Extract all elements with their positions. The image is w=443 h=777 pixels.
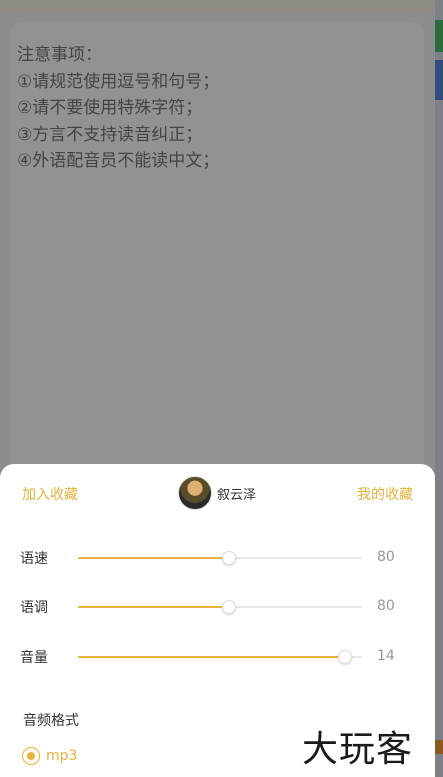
speed-label: 语速	[20, 551, 48, 567]
voice-name: 叙云泽	[217, 487, 257, 503]
pitch-value: 80	[377, 598, 395, 614]
pitch-slider-fill	[78, 606, 229, 608]
notice-text: 注意事项： ①请规范使用逗号和句号； ②请不要使用特殊字符； ③方言不支持读音纠…	[17, 42, 219, 175]
pitch-slider-thumb[interactable]	[221, 600, 236, 614]
notice-line: ①请规范使用逗号和句号；	[17, 71, 220, 92]
background-top-bar	[0, 0, 443, 12]
notice-line: ④外语配音员不能读中文；	[17, 151, 220, 171]
volume-label: 音量	[20, 650, 48, 666]
background-chip	[435, 740, 443, 754]
pitch-label: 语调	[20, 600, 48, 616]
notice-line: ②请不要使用特殊字符；	[17, 98, 203, 118]
pitch-slider-row: 语调 80	[0, 595, 435, 619]
format-option-mp3[interactable]: mp3	[22, 747, 77, 765]
add-favorite-button[interactable]: 加入收藏	[22, 484, 78, 504]
volume-value: 14	[377, 648, 395, 664]
pitch-slider-track[interactable]	[78, 600, 362, 614]
voice-selector[interactable]: 叙云泽	[178, 476, 256, 510]
speed-slider-fill	[78, 557, 229, 559]
speed-slider-track[interactable]	[78, 551, 362, 565]
volume-slider-row: 音量 14	[0, 645, 435, 669]
background-right-edge	[435, 0, 443, 777]
notice-title: 注意事项：	[17, 45, 102, 65]
background-chip	[435, 20, 443, 52]
voice-avatar	[178, 476, 212, 510]
watermark-logo: 大玩客	[302, 729, 414, 770]
volume-slider-fill	[78, 656, 345, 658]
speed-slider-row: 语速 80	[0, 546, 435, 570]
volume-slider-track[interactable]	[78, 650, 362, 664]
audio-format-title: 音频格式	[23, 713, 79, 729]
speed-slider-thumb[interactable]	[221, 551, 236, 565]
format-option-label: mp3	[46, 748, 78, 764]
speed-value: 80	[377, 549, 395, 565]
my-favorites-button[interactable]: 我的收藏	[357, 484, 413, 504]
radio-selected-icon[interactable]	[22, 747, 40, 765]
background-chip	[435, 60, 443, 100]
volume-slider-thumb[interactable]	[337, 650, 352, 664]
notice-line: ③方言不支持读音纠正；	[17, 124, 203, 145]
sheet-header: 加入收藏 叙云泽 我的收藏	[0, 476, 435, 510]
